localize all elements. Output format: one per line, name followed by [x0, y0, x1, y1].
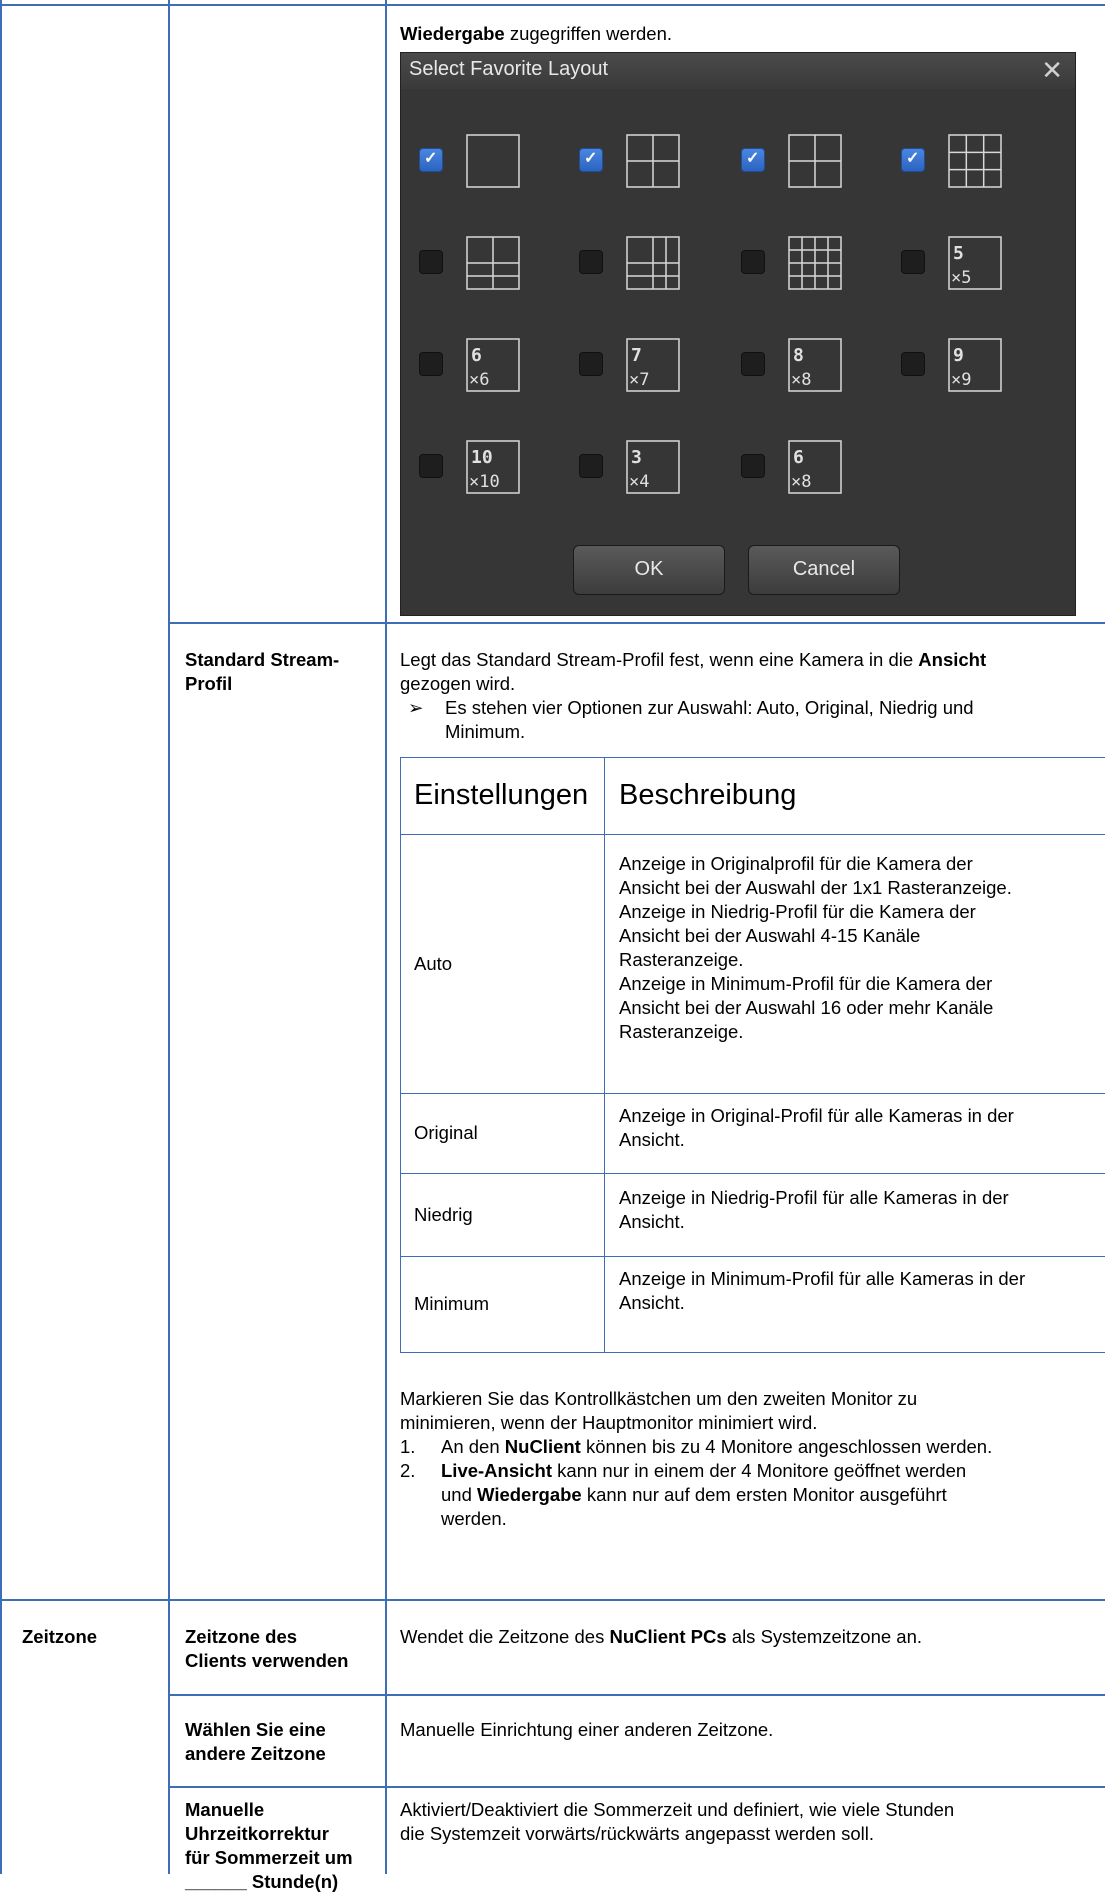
layout-grid-icon [466, 236, 520, 290]
inner-table-mid [604, 757, 605, 1352]
inner-table-description: Anzeige in Originalprofil für die Kamera… [619, 853, 1012, 1042]
svg-text:×5: ×5 [951, 268, 971, 288]
row-divider-zeitzone-3 [168, 1786, 1105, 1788]
svg-text:×9: ×9 [951, 370, 971, 390]
layout-grid-icon: 5×5 [948, 236, 1002, 290]
inner-table-row3-bottom [400, 1256, 1105, 1257]
zeitzone-row3-name: Manuelle Uhrzeitkorrektur für Sommerzeit … [185, 1799, 353, 1892]
layout-grid-icon: 6×6 [466, 338, 520, 392]
inner-table-bottom [400, 1352, 1105, 1353]
layout-checkbox[interactable] [901, 352, 925, 376]
table-border-col1 [168, 0, 170, 1874]
inner-table-setting: Original [414, 1122, 478, 1143]
zeitzone-row1-desc: Wendet die Zeitzone des NuClient PCs als… [400, 1626, 923, 1647]
inner-table-row2-bottom [400, 1173, 1105, 1174]
layout-checkbox[interactable] [741, 352, 765, 376]
svg-text:×6: ×6 [469, 370, 489, 390]
layout-checkbox[interactable] [579, 250, 603, 274]
zeitzone-row2-desc: Manuelle Einrichtung einer anderen Zeitz… [400, 1719, 774, 1740]
layout-grid-icon: 8×8 [788, 338, 842, 392]
ok-button[interactable]: OK [573, 545, 725, 595]
layout-grid-icon [788, 134, 842, 188]
layout-grid-icon [626, 134, 680, 188]
svg-text:8: 8 [793, 345, 804, 366]
zeitzone-row1-name: Zeitzone des Clients verwenden [185, 1626, 349, 1671]
svg-text:7: 7 [631, 345, 642, 366]
header-beschreibung: Beschreibung [619, 779, 797, 811]
svg-text:6: 6 [471, 345, 482, 366]
table-border-top [0, 4, 1105, 6]
layout-grid-icon: 7×7 [626, 338, 680, 392]
row-divider-stream [168, 622, 1105, 624]
layout-checkbox[interactable] [419, 250, 443, 274]
list-number-2: 2. [400, 1460, 416, 1481]
layout-grid-icon [626, 236, 680, 290]
stream-name: Standard Stream- Profil [185, 649, 340, 694]
svg-text:×8: ×8 [791, 370, 811, 390]
inner-table-setting: Auto [414, 952, 453, 974]
layout-checkbox[interactable] [419, 352, 443, 376]
layout-checkbox[interactable] [579, 148, 603, 172]
layout-checkbox[interactable] [419, 148, 443, 172]
svg-text:3: 3 [631, 447, 642, 468]
layout-grid-icon: 10×10 [466, 440, 520, 494]
row-divider-zeitzone [0, 1599, 1105, 1601]
inner-table-description: Anzeige in Niedrig-Profil für alle Kamer… [619, 1187, 1009, 1232]
bullet-icon: ➢ [408, 697, 424, 718]
stream-desc-line1: Legt das Standard Stream-Profil fest, we… [400, 649, 987, 670]
layout-checkbox[interactable] [579, 352, 603, 376]
close-icon[interactable]: ✕ [1041, 55, 1063, 86]
inner-table-top [400, 757, 1105, 758]
zeitzone-row2-name: Wählen Sie eine andere Zeitzone [185, 1719, 326, 1764]
list-item-1: An den NuClient können bis zu 4 Monitore… [441, 1436, 993, 1457]
layout-checkbox[interactable] [741, 148, 765, 172]
header-einstellungen: Einstellungen [414, 779, 589, 811]
select-favorite-layout-dialog: Select Favorite Layout ✕ 5×56×67×78×89×9… [400, 52, 1076, 616]
cancel-button[interactable]: Cancel [748, 545, 900, 595]
layout-checkbox[interactable] [901, 148, 925, 172]
inner-table-left [400, 757, 401, 1352]
svg-text:10: 10 [471, 447, 493, 468]
svg-text:5: 5 [953, 243, 964, 264]
dialog-title: Select Favorite Layout [409, 58, 608, 80]
list-item-2: Live-Ansicht kann nur in einem der 4 Mon… [441, 1460, 967, 1529]
svg-text:9: 9 [953, 345, 964, 366]
svg-text:×4: ×4 [629, 472, 649, 492]
zeitzone-category: Zeitzone [22, 1626, 98, 1647]
row-divider-zeitzone-2 [168, 1694, 1105, 1696]
stream-desc-line2: gezogen wird. [400, 673, 516, 694]
layout-checkbox[interactable] [741, 250, 765, 274]
top-note: Wiedergabe zugegriffen werden. [400, 23, 672, 44]
layout-grid-icon [948, 134, 1002, 188]
table-border-col2 [385, 0, 387, 1874]
table-border-left [0, 0, 2, 1874]
svg-text:×10: ×10 [469, 472, 500, 492]
layout-grid-icon: 9×9 [948, 338, 1002, 392]
monitor-text: Markieren Sie das Kontrollkästchen um de… [400, 1388, 918, 1433]
inner-table-description: Anzeige in Minimum-Profil für alle Kamer… [619, 1268, 1026, 1313]
inner-table-description: Anzeige in Original-Profil für alle Kame… [619, 1105, 1014, 1150]
layout-checkbox[interactable] [419, 454, 443, 478]
stream-bullet: Es stehen vier Optionen zur Auswahl: Aut… [445, 697, 974, 742]
layout-grid-icon [466, 134, 520, 188]
layout-grid-icon: 3×4 [626, 440, 680, 494]
layout-checkbox[interactable] [901, 250, 925, 274]
inner-table-row1-bottom [400, 1093, 1105, 1094]
layout-checkbox[interactable] [741, 454, 765, 478]
svg-text:6: 6 [793, 447, 804, 468]
layout-grid-icon [788, 236, 842, 290]
inner-table-header-bottom [400, 834, 1105, 835]
list-number-1: 1. [400, 1436, 416, 1457]
inner-table-setting: Niedrig [414, 1203, 473, 1225]
layout-grid-icon: 6×8 [788, 440, 842, 494]
layout-checkbox[interactable] [579, 454, 603, 478]
inner-table-setting: Minimum [414, 1293, 490, 1314]
svg-text:×8: ×8 [791, 472, 811, 492]
svg-text:×7: ×7 [629, 370, 649, 390]
dialog-titlebar: Select Favorite Layout ✕ [401, 53, 1075, 89]
zeitzone-row3-desc: Aktiviert/Deaktiviert die Sommerzeit und… [400, 1799, 955, 1844]
